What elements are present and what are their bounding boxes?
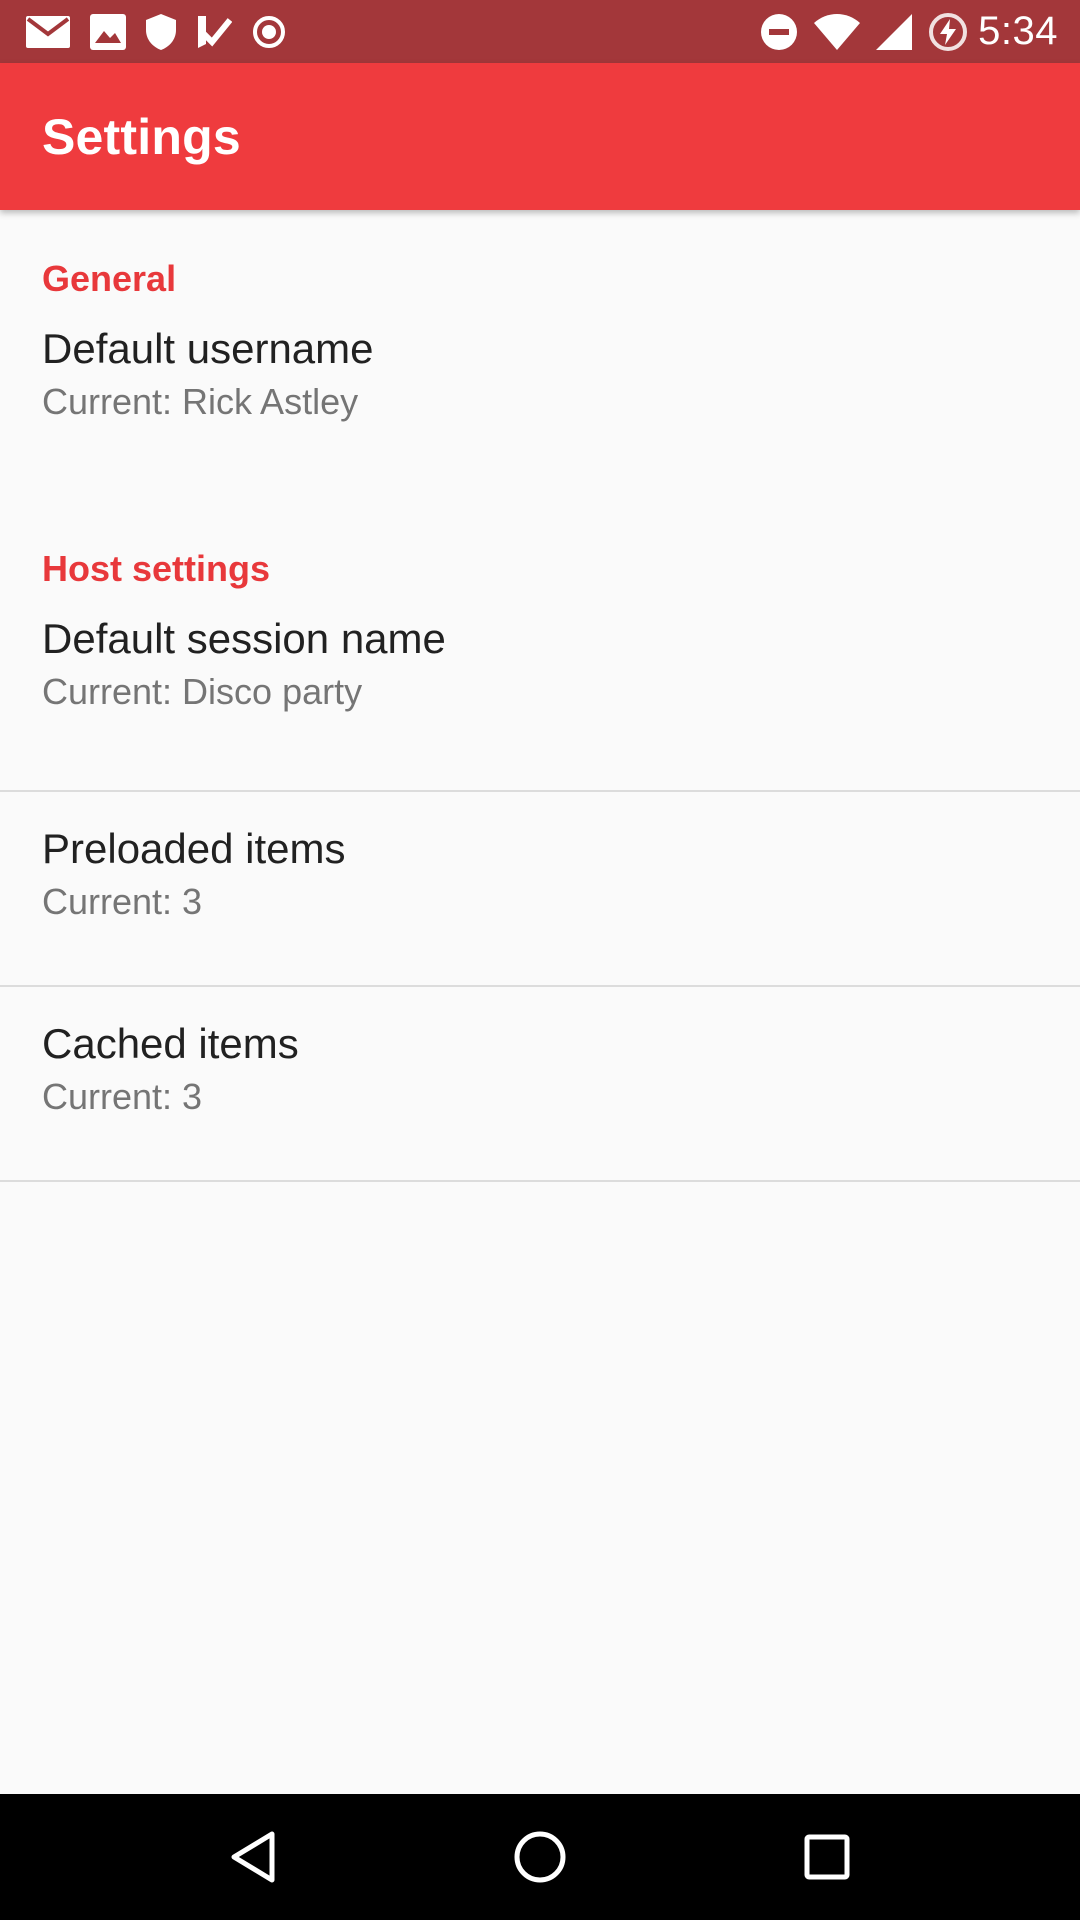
pref-title: Preloaded items [42,825,346,872]
settings-list: General Default username Current: Rick A… [0,210,1080,1182]
divider [0,1180,1080,1182]
tasks-icon [196,14,232,50]
pref-cached-items[interactable]: Cached items Current: 3 [0,987,1080,1180]
record-icon [252,15,286,49]
system-icons: 5:34 [744,9,1058,54]
pref-title: Cached items [42,1020,299,1067]
app-bar: Settings [0,63,1080,210]
photos-icon [90,13,126,50]
back-icon[interactable] [208,1812,298,1902]
do-not-disturb-icon [760,13,798,51]
shield-icon [146,13,176,50]
battery-charging-icon [928,12,968,52]
pref-default-username[interactable]: Default username Current: Rick Astley [0,310,1080,500]
notification-icons [26,13,306,50]
pref-summary: Current: Rick Astley [42,381,359,422]
signal-icon [876,13,913,50]
category-header-host-settings: Host settings [42,548,271,589]
pref-title: Default session name [42,615,446,662]
pref-default-session-name[interactable]: Default session name Current: Disco part… [0,600,1080,790]
navigation-bar [0,1794,1080,1920]
pref-title: Default username [42,325,374,372]
gmail-icon [26,15,70,48]
category-header-general: General [42,258,177,299]
home-icon[interactable] [495,1812,585,1902]
page-title: Settings [42,108,241,165]
pref-summary: Current: Disco party [42,671,363,712]
status-bar: 5:34 [0,0,1080,63]
wifi-icon [814,13,861,50]
pref-summary: Current: 3 [42,881,203,922]
recents-icon[interactable] [782,1812,872,1902]
pref-summary: Current: 3 [42,1076,203,1117]
clock: 5:34 [978,9,1058,53]
pref-preloaded-items[interactable]: Preloaded items Current: 3 [0,792,1080,985]
